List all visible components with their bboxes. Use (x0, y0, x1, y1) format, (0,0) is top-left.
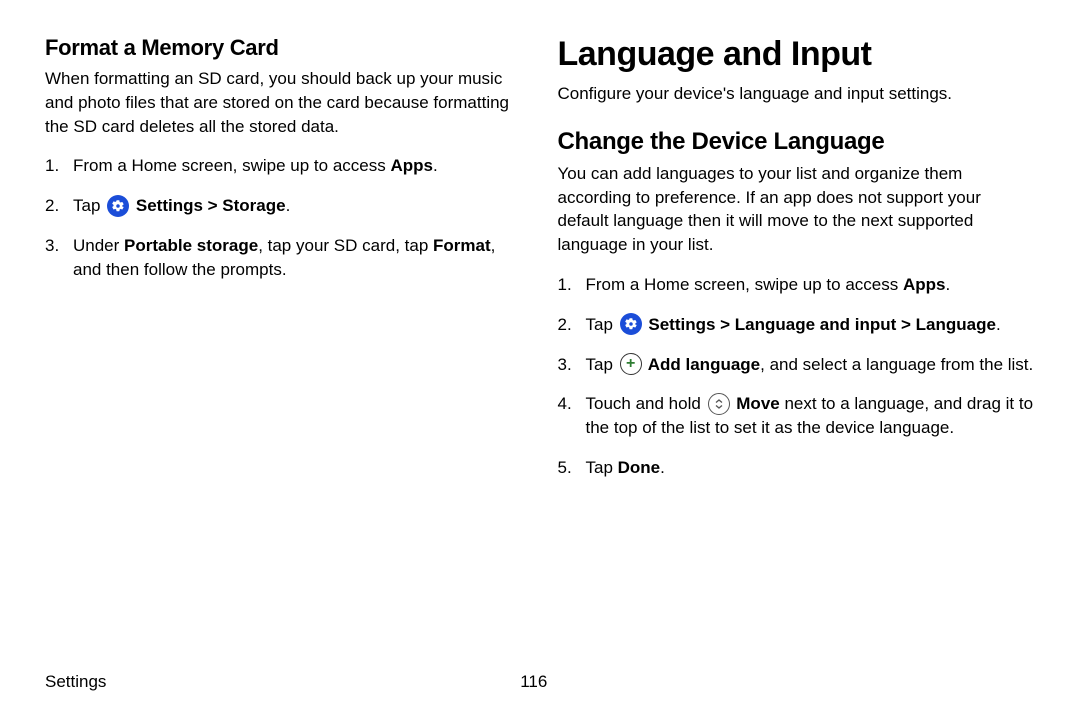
page-footer: Settings 116 (45, 672, 1035, 692)
list-item: From a Home screen, swipe up to access A… (558, 273, 1036, 297)
footer-section-label: Settings (45, 672, 106, 692)
step-bold: Move (732, 394, 780, 413)
list-item: Tap Done. (558, 456, 1036, 480)
step-text: . (286, 196, 291, 215)
step-text: . (996, 315, 1001, 334)
step-text: , and select a language from the list. (760, 355, 1033, 374)
step-bold: Settings > Language and input > Language (644, 315, 996, 334)
step-text: Tap (73, 196, 105, 215)
list-item: Tap + Add language, and select a languag… (558, 353, 1036, 377)
step-text: Tap (586, 355, 618, 374)
footer-page-number: 116 (520, 672, 547, 692)
step-bold: Portable storage (124, 236, 258, 255)
step-text: Tap (586, 315, 618, 334)
step-text: . (660, 458, 665, 477)
list-item: From a Home screen, swipe up to access A… (45, 154, 523, 178)
list-item: Touch and hold Move next to a language, … (558, 392, 1036, 440)
step-bold: Done (618, 458, 661, 477)
step-text: . (945, 275, 950, 294)
settings-icon (107, 195, 129, 217)
list-item: Tap Settings > Language and input > Lang… (558, 313, 1036, 337)
language-input-intro: Configure your device's language and inp… (558, 82, 1036, 106)
step-text: From a Home screen, swipe up to access (73, 156, 390, 175)
format-card-intro: When formatting an SD card, you should b… (45, 67, 523, 138)
step-text: Tap (586, 458, 618, 477)
format-card-heading: Format a Memory Card (45, 35, 523, 61)
step-text: Under (73, 236, 124, 255)
step-text: Touch and hold (586, 394, 706, 413)
move-icon (708, 393, 730, 415)
format-card-steps: From a Home screen, swipe up to access A… (45, 154, 523, 281)
add-icon: + (620, 353, 642, 375)
step-text: . (433, 156, 438, 175)
step-text: , tap your SD card, tap (258, 236, 433, 255)
settings-icon (620, 313, 642, 335)
step-bold: Apps (903, 275, 946, 294)
list-item: Under Portable storage, tap your SD card… (45, 234, 523, 282)
step-text: From a Home screen, swipe up to access (586, 275, 903, 294)
change-language-heading: Change the Device Language (558, 128, 1036, 156)
right-column: Language and Input Configure your device… (558, 35, 1036, 496)
step-bold: Settings > Storage (131, 196, 285, 215)
language-input-title: Language and Input (558, 35, 1036, 74)
change-language-steps: From a Home screen, swipe up to access A… (558, 273, 1036, 480)
page-columns: Format a Memory Card When formatting an … (45, 35, 1035, 496)
list-item: Tap Settings > Storage. (45, 194, 523, 218)
step-bold: Add language (644, 355, 761, 374)
change-language-intro: You can add languages to your list and o… (558, 162, 1036, 257)
step-bold: Format (433, 236, 491, 255)
step-bold: Apps (390, 156, 433, 175)
left-column: Format a Memory Card When formatting an … (45, 35, 523, 496)
